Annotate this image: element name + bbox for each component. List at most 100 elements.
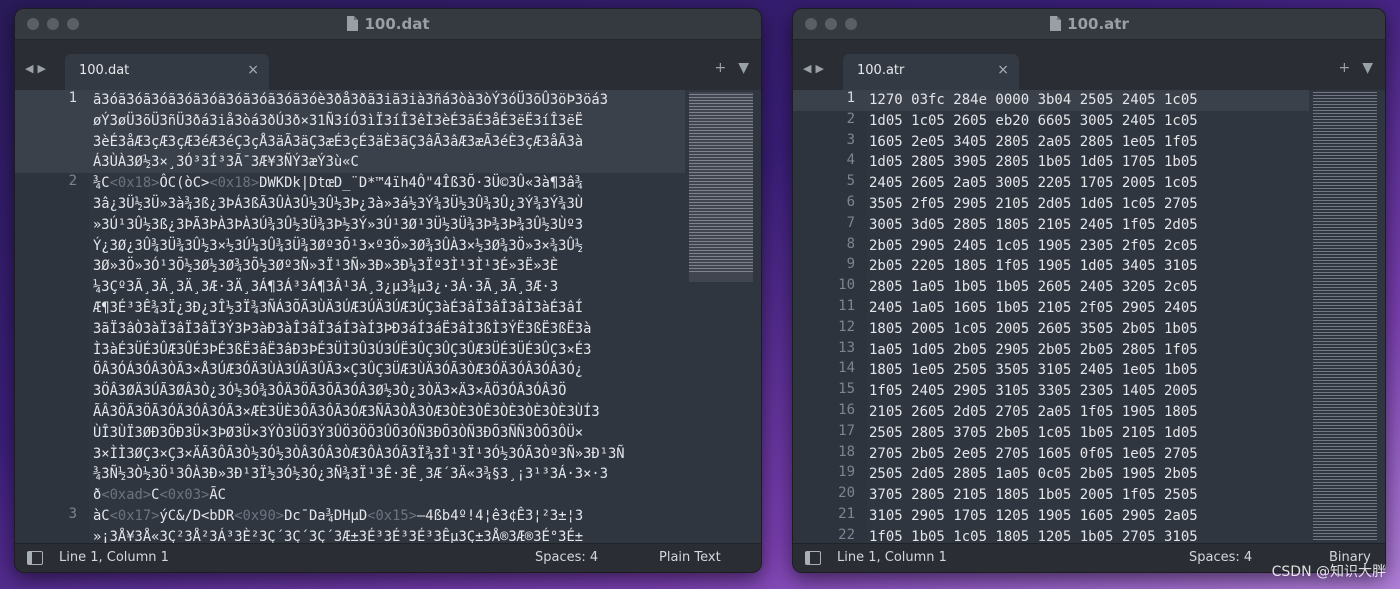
code-line-text: 1605 2e05 3405 2805 2a05 2805 1e05 1f05 xyxy=(869,133,1198,150)
code-line-text: 1270 03fc 284e 0000 3b04 2505 2405 1c05 xyxy=(869,92,1198,108)
close-icon[interactable]: × xyxy=(997,62,1009,78)
indentation-setting[interactable]: Spaces: 4 xyxy=(535,550,598,565)
indentation-setting[interactable]: Spaces: 4 xyxy=(1189,550,1252,565)
code-text[interactable]: 1 ã3óã3óã3óã3óã3óã3óã3óã3óã3óè3ðå3ðã3iã3i… xyxy=(15,90,685,544)
code-line[interactable]: 6 3505 2f05 2905 2105 2d05 1d05 1c05 2705 xyxy=(793,194,1309,215)
title-bar: 100.dat xyxy=(15,9,761,40)
tab-100-dat[interactable]: 100.dat × xyxy=(65,54,269,90)
code-line-text: 3505 2f05 2905 2105 2d05 1d05 1c05 2705 xyxy=(869,195,1198,212)
cursor-position[interactable]: Line 1, Column 1 xyxy=(59,550,169,565)
sidebar-toggle-icon[interactable] xyxy=(27,551,43,565)
tab-100-atr[interactable]: 100.atr × xyxy=(843,54,1019,90)
line-number: 14 xyxy=(838,360,855,377)
code-line-text: 1d05 1c05 2605 eb20 6605 3005 2405 1c05 xyxy=(869,112,1198,129)
code-line[interactable]: 18 2705 2b05 2e05 2705 1605 0f05 1e05 270… xyxy=(793,444,1309,465)
code-line-text: 3705 2805 2105 1805 1b05 2005 1f05 2505 xyxy=(869,487,1198,504)
line-number: 7 xyxy=(846,214,855,231)
code-text[interactable]: 1 1270 03fc 284e 0000 3b04 2505 2405 1c05… xyxy=(793,90,1309,544)
code-line[interactable]: 1 ã3óã3óã3óã3óã3óã3óã3óã3óã3óè3ðå3ðã3iã3i… xyxy=(15,90,685,174)
line-number: 19 xyxy=(838,464,855,481)
line-number: 18 xyxy=(838,443,855,460)
syntax-mode[interactable]: Plain Text xyxy=(659,550,721,565)
code-line-text: øÝ3øÜ3õÜ3ñÜ3ðá3iå3òá3ðÚ3ð×31Ñ3íÓ3ìÏ3íÎ3ê… xyxy=(93,112,584,129)
line-number: 20 xyxy=(838,485,855,502)
code-line[interactable]: 16 2105 2605 2d05 2705 2a05 1f05 1905 180… xyxy=(793,402,1309,423)
code-line-text: 2705 2b05 2e05 2705 1605 0f05 1e05 2705 xyxy=(869,445,1198,462)
code-line[interactable]: 2 1d05 1c05 2605 eb20 6605 3005 2405 1c05 xyxy=(793,111,1309,132)
tab-label: 100.atr xyxy=(857,63,905,78)
code-line[interactable]: 8 2b05 2905 2405 1c05 1905 2305 2f05 2c05 xyxy=(793,236,1309,257)
line-number: 1 xyxy=(15,90,77,106)
code-line[interactable]: 13 1a05 1d05 2b05 2905 2b05 2b05 2805 1f0… xyxy=(793,340,1309,361)
code-line-text: 3ãÏ3âÒ3àÏ3âÏ3âÏ3Ý3Þ3àÐ3àÎ3âÏ3áÍ3àÍ3ÞÐ3áÍ… xyxy=(93,320,592,337)
tab-nav-arrows[interactable]: ◀▶ xyxy=(803,62,828,75)
sidebar-toggle-icon[interactable] xyxy=(805,551,821,565)
code-line-text: 3Ø»3Ö»3Ó¹3Õ½3Ø½3Ø¾3Õ½3Øº3Ñ»3Ï¹3Ñ»3Ð»3Ð¼3… xyxy=(93,258,559,275)
code-line[interactable]: 9 2b05 2205 1805 1f05 1905 1d05 3405 3105 xyxy=(793,256,1309,277)
code-line-text: 2105 2605 2d05 2705 2a05 1f05 1905 1805 xyxy=(869,403,1198,420)
tab-bar: ◀▶ 100.atr × + ▼ xyxy=(793,40,1385,90)
code-line-text: 1d05 2805 3905 2805 1b05 1d05 1705 1b05 xyxy=(869,154,1198,171)
file-icon xyxy=(1050,16,1062,31)
minimap[interactable] xyxy=(1313,92,1377,540)
code-line-text: ÕÂ3ÓÁ3ÓÂ3ÒÃ3×Å3ÚÆ3ÓÄ3ÙÀ3ÚÄ3ÛÃ3×Ç3ÛÇ3ÜÆ3Ù… xyxy=(93,362,584,379)
code-line-text: 3105 2905 1705 1205 1905 1605 2905 2a05 xyxy=(869,507,1198,524)
code-line[interactable]: 21 3105 2905 1705 1205 1905 1605 2905 2a0… xyxy=(793,506,1309,527)
line-number: 1 xyxy=(793,90,855,106)
line-number: 16 xyxy=(838,401,855,418)
chevron-down-icon[interactable]: ▼ xyxy=(738,60,749,76)
code-line-text: Á3ÙÀ3Ø½3×¸3Ó³3Í³3Ã¯3Æ¥3ÑÝ3æÝ3ù«C xyxy=(93,154,359,171)
code-line-text: Æ¶3É³3Ê¾3Ï¿3Ð¿3Î½3Ï¾3ÑÁ3ÕÃ3ÙÄ3ÚÆ3ÚÄ3ÚÆ3Ú… xyxy=(93,299,584,316)
code-line[interactable]: 7 3005 3d05 2805 1805 2105 2405 1f05 2d05 xyxy=(793,215,1309,236)
code-line[interactable]: 4 1d05 2805 3905 2805 1b05 1d05 1705 1b05 xyxy=(793,152,1309,173)
code-line[interactable]: 17 2505 2805 3705 2b05 1c05 1b05 2105 1d0… xyxy=(793,423,1309,444)
editor-window-dat: 100.dat ◀▶ 100.dat × + ▼ 1 ã3óã3óã3óã3óã3ó… xyxy=(14,8,762,573)
code-line-text: ¼3Çº3Ã¸3Ä¸3Ä¸3Æ·3Ä¸3Á¶3Á³3Á¶3Â¹3Á¸3¿µ3¾µ… xyxy=(93,279,559,296)
code-line[interactable]: 3 1605 2e05 3405 2805 2a05 2805 1e05 1f05 xyxy=(793,132,1309,153)
editor-window-atr: 100.atr ◀▶ 100.atr × + ▼ 1 1270 03fc 284e … xyxy=(792,8,1386,573)
tab-nav-arrows[interactable]: ◀▶ xyxy=(25,62,50,75)
code-line[interactable]: 19 2505 2d05 2805 1a05 0c05 2b05 1905 2b0… xyxy=(793,464,1309,485)
close-icon[interactable]: × xyxy=(247,62,259,78)
line-number: 15 xyxy=(838,381,855,398)
code-line-text: ÙÎ3ÙÏ3ØÐ3ÕÐ3Ü×3ÞØ3Ü×3ÝÒ3ÜÕ3Ý3ÛÖ3ÖÕ3ÛÕ3ÓÑ… xyxy=(93,424,584,441)
code-line-text: 3â¿3Ü½3Ü»3à¾3ß¿3ÞÁ3ßÃ3ÛÀ3Û½3Û½3Þ¿3à»3á½3… xyxy=(93,195,584,212)
code-line-text: 2505 2d05 2805 1a05 0c05 2b05 1905 2b05 xyxy=(869,466,1198,483)
code-line-text: 3005 3d05 2805 1805 2105 2405 1f05 2d05 xyxy=(869,216,1198,233)
code-line[interactable]: 15 1f05 2405 2905 3105 3305 2305 1405 200… xyxy=(793,381,1309,402)
editor-area[interactable]: 1 ã3óã3óã3óã3óã3óã3óã3óã3óã3óè3ðå3ðã3iã3i… xyxy=(15,90,761,544)
minimap[interactable] xyxy=(689,92,753,282)
minimap-viewport[interactable] xyxy=(689,92,753,282)
code-line[interactable]: 1 1270 03fc 284e 0000 3b04 2505 2405 1c05 xyxy=(793,90,1309,111)
code-line[interactable]: 12 1805 2005 1c05 2005 2605 3505 2b05 1b0… xyxy=(793,319,1309,340)
chevron-down-icon[interactable]: ▼ xyxy=(1362,60,1373,76)
code-line-text: »¡3Å¥3Å«3Ç²3Å²3Á³3È²3Ç´3Ç´3Ç´3Æ±3É³3É³3É… xyxy=(93,528,584,544)
editor-area[interactable]: 1 1270 03fc 284e 0000 3b04 2505 2405 1c05… xyxy=(793,90,1385,544)
line-number: 22 xyxy=(838,526,855,543)
code-line[interactable]: 20 3705 2805 2105 1805 1b05 2005 1f05 250… xyxy=(793,485,1309,506)
code-line-text: ã3óã3óã3óã3óã3óã3óã3óã3óã3óè3ðå3ðã3iã3ià… xyxy=(93,92,608,108)
window-title-text: 100.dat xyxy=(364,15,430,33)
new-tab-icon[interactable]: + xyxy=(714,60,726,76)
line-number: 2 xyxy=(846,110,855,127)
line-number: 10 xyxy=(838,277,855,294)
file-icon xyxy=(347,16,359,31)
code-line[interactable]: 22 1f05 1b05 1c05 1805 1205 1b05 2705 310… xyxy=(793,527,1309,544)
code-line-text: ¾C<0x18>ÔC(òC><0x18>DWKDk|DtœD_¨D*™4ïh4Ô… xyxy=(93,175,584,192)
code-line[interactable]: 2 ¾C<0x18>ÔC(òC><0x18>DWKDk|DtœD_¨D*™4ïh4… xyxy=(15,173,685,506)
code-line[interactable]: 14 1805 1e05 2505 3505 3105 2405 1e05 1b0… xyxy=(793,360,1309,381)
new-tab-icon[interactable]: + xyxy=(1338,60,1350,76)
code-line-text: àC<0x17>ýC&/D<bDR<0x90>Dc¯Da¾DHµD<0x15>—… xyxy=(93,507,584,524)
title-bar: 100.atr xyxy=(793,9,1385,40)
tab-bar: ◀▶ 100.dat × + ▼ xyxy=(15,40,761,90)
code-line-text: 2405 2605 2a05 3005 2205 1705 2005 1c05 xyxy=(869,175,1198,192)
code-line-text: ð<0xad>C<0x03>ÃC xyxy=(93,487,226,504)
code-line[interactable]: 3 àC<0x17>ýC&/D<bDR<0x90>Dc¯Da¾DHµD<0x15>… xyxy=(15,506,685,544)
code-line[interactable]: 5 2405 2605 2a05 3005 2205 1705 2005 1c05 xyxy=(793,173,1309,194)
status-bar: Line 1, Column 1 Spaces: 4 Plain Text xyxy=(15,543,761,572)
code-line-text: Ý¿3Ø¿3Û¾3Ü¾3Û½3×½3Ú¼3Û¾3Ü¾3Øº3Õ¹3×º3Ö»3Ø… xyxy=(93,237,584,254)
code-line[interactable]: 10 2805 1a05 1b05 1b05 2605 2405 3205 2c0… xyxy=(793,277,1309,298)
code-line[interactable]: 11 2405 1a05 1605 1b05 2105 2f05 2905 240… xyxy=(793,298,1309,319)
line-number: 3 xyxy=(68,505,77,522)
cursor-position[interactable]: Line 1, Column 1 xyxy=(837,550,947,565)
